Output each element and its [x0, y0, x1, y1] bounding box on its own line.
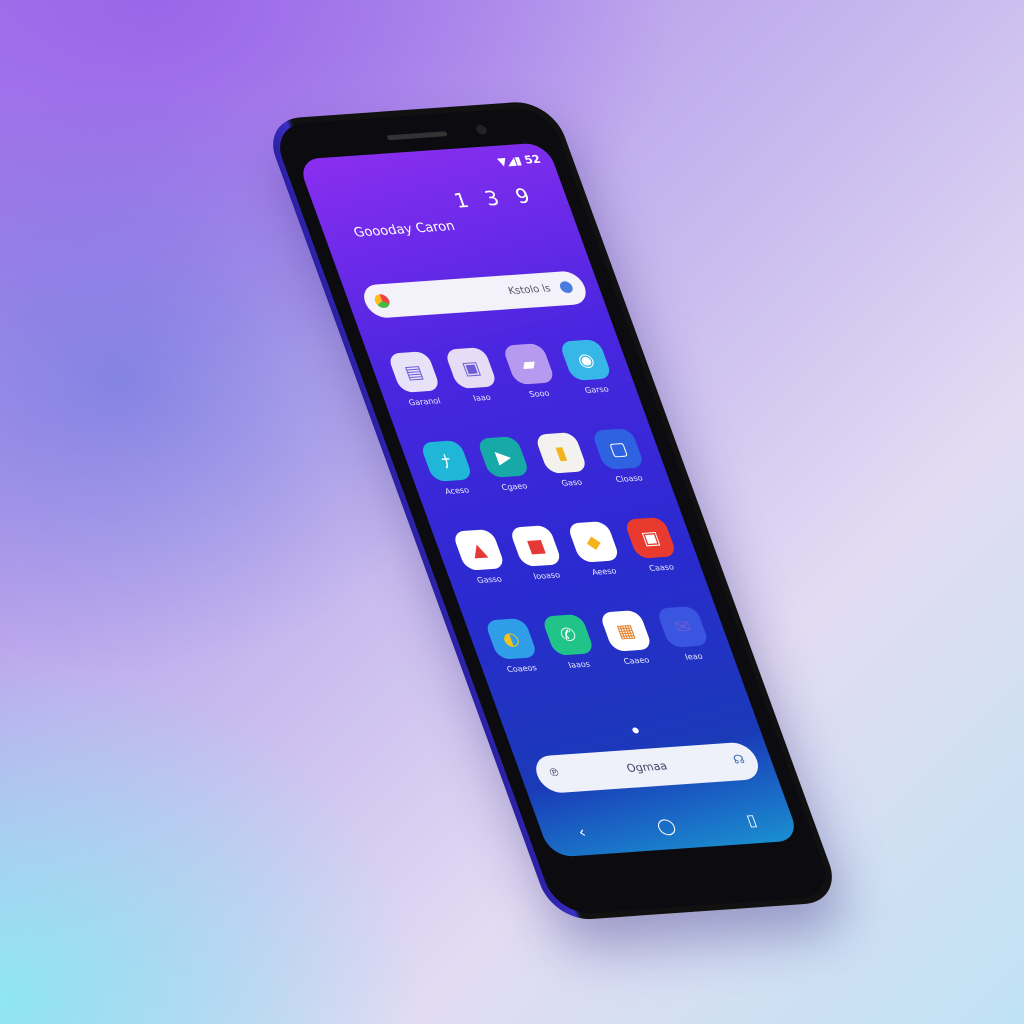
clock-widget: 139	[451, 183, 552, 213]
mail-icon: ✉	[655, 605, 711, 648]
slides-icon: ■	[508, 524, 564, 567]
home-screen: ▼◢▮ 52 139 Goooday Caron Kstolo ls ▤ Gara…	[296, 142, 801, 858]
app-label: Iaao	[471, 392, 493, 403]
google-icon	[372, 293, 392, 309]
app-label: Cgaeo	[500, 481, 529, 493]
navigation-bar: ‹ ◯ ▯	[539, 808, 795, 844]
clock-minute: 9	[511, 182, 552, 209]
back-button[interactable]: ‹	[575, 822, 588, 841]
search-hint: Kstolo ls	[506, 283, 553, 298]
notes-icon: ▤	[386, 351, 441, 393]
app-label: Sooo	[527, 388, 551, 399]
app-label: Aceso	[443, 485, 471, 497]
clock-hour: 13	[450, 184, 521, 213]
recents-button[interactable]: ▯	[744, 810, 760, 829]
status-bar: ▼◢▮ 52	[495, 152, 543, 169]
app-label: Gasso	[475, 574, 504, 586]
smartphone: ▼◢▮ 52 139 Goooday Caron Kstolo ls ▤ Gara…	[262, 99, 844, 922]
app-label: Gaso	[560, 477, 584, 488]
page-indicator	[631, 727, 640, 734]
calendar-icon: ▢	[591, 428, 646, 470]
mic-icon[interactable]	[558, 280, 575, 294]
translate-icon: ﾅ	[419, 440, 474, 482]
clipboard-icon: ▣	[444, 347, 499, 389]
earpiece-speaker	[386, 131, 448, 141]
chat-icon: ◉	[558, 339, 613, 381]
app-label: Iaaos	[566, 659, 592, 670]
play-store-icon: ▶	[476, 436, 531, 478]
drive-icon: ◆	[566, 520, 621, 563]
app-label: Caaeo	[622, 655, 651, 666]
dock-search-text: Ogmaa	[624, 759, 670, 775]
home-button[interactable]: ◯	[654, 816, 679, 836]
phone-bezel: ▼◢▮ 52 139 Goooday Caron Kstolo ls ▤ Gara…	[270, 106, 835, 916]
app-label: Cloaso	[614, 473, 645, 485]
app-label: Aeeso	[590, 566, 618, 577]
phone-icon: ✆	[541, 613, 596, 656]
gallery-icon: ▦	[598, 609, 653, 652]
app-label: Coaeos	[505, 663, 539, 675]
front-camera	[474, 124, 489, 135]
photos-icon: ▣	[623, 516, 678, 559]
files-icon: ▮	[533, 432, 588, 474]
youtube-icon: ▲	[451, 528, 506, 571]
app-label: Garso	[583, 384, 611, 396]
app-label: Ieao	[683, 651, 705, 662]
app-grid: ▤ Garanol ▣ Iaao ▰ Sooo ◉ Garso ﾅ Aceso ▶ Cgaeo ▮ Gas…	[378, 338, 724, 675]
greeting-text: Goooday Caron	[351, 219, 458, 241]
lens-icon[interactable]: ☊	[731, 752, 747, 766]
app-label: Iooaso	[532, 570, 562, 582]
app-label: Caaso	[647, 562, 676, 573]
browser-icon: ◐	[483, 617, 539, 660]
folder-icon: ▰	[501, 343, 556, 385]
search-bar[interactable]: Kstolo ls	[359, 270, 591, 319]
assistant-icon[interactable]: ℗	[546, 766, 562, 779]
dock-search-bar[interactable]: ℗ Ogmaa ☊	[530, 741, 764, 794]
app-label: Garanol	[407, 396, 442, 408]
